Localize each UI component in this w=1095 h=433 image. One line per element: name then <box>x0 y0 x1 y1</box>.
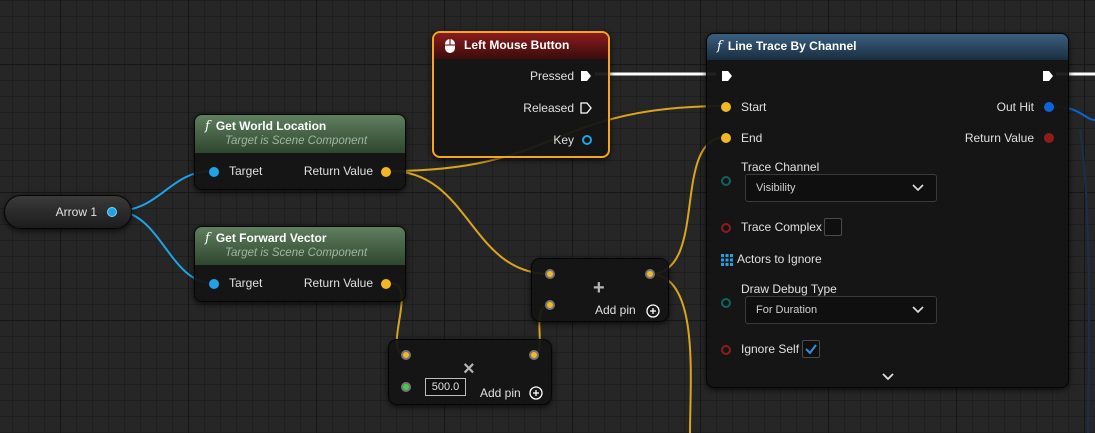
key-label: Key <box>553 133 574 147</box>
target-input-pin[interactable] <box>209 279 219 289</box>
exec-output-pin[interactable] <box>1042 70 1054 82</box>
node-subtitle: Target is Scene Component <box>225 135 368 147</box>
draw-debug-type-pin[interactable] <box>721 298 731 308</box>
add-input-a-pin[interactable] <box>545 269 555 279</box>
arrow-node-label: Arrow 1 <box>55 205 97 219</box>
target-input-pin[interactable] <box>209 167 219 177</box>
multiply-output-pin[interactable] <box>529 350 539 360</box>
trace-complex-label: Trace Complex <box>741 220 822 234</box>
multiply-operator: × <box>463 358 475 380</box>
node-header: f Get World Location Target is Scene Comp… <box>195 115 405 153</box>
target-label: Target <box>229 276 263 290</box>
actors-to-ignore-label: Actors to Ignore <box>737 252 822 266</box>
multiply-vector-node[interactable]: 500.0 × Add pin <box>388 339 552 405</box>
ignore-self-pin[interactable] <box>721 345 731 355</box>
out-hit-pin[interactable] <box>1044 102 1054 112</box>
draw-debug-type-dropdown[interactable]: For Duration <box>745 296 937 324</box>
target-label: Target <box>229 164 263 178</box>
trace-channel-value: Visibility <box>756 182 796 194</box>
released-exec-pin[interactable] <box>580 102 592 114</box>
add-pin-icon[interactable] <box>529 386 543 400</box>
array-grid-icon[interactable] <box>721 254 733 266</box>
multiply-input-a-pin[interactable] <box>401 350 411 360</box>
start-input-pin[interactable] <box>721 102 731 112</box>
add-input-b-pin[interactable] <box>545 300 555 310</box>
chevron-down-icon <box>912 306 924 314</box>
released-label: Released <box>523 101 574 115</box>
start-label: Start <box>741 100 767 114</box>
get-world-location-node[interactable]: f Get World Location Target is Scene Comp… <box>194 114 406 190</box>
trace-complex-pin[interactable] <box>721 223 731 233</box>
return-value-label: Return Value <box>303 164 373 178</box>
pressed-label: Pressed <box>529 69 574 83</box>
return-value-pin[interactable] <box>381 167 391 177</box>
trace-channel-dropdown[interactable]: Visibility <box>745 174 937 202</box>
add-pin-icon[interactable] <box>646 304 660 318</box>
return-value-label: Return Value <box>964 131 1034 145</box>
node-title: Line Trace By Channel <box>727 39 857 53</box>
draw-debug-type-label: Draw Debug Type <box>741 282 837 296</box>
arrow-output-pin[interactable] <box>107 207 117 217</box>
mouse-icon <box>445 39 455 53</box>
checkmark-icon <box>805 344 817 355</box>
function-icon: f <box>717 39 722 54</box>
struct-wire-return <box>1079 129 1091 433</box>
left-mouse-button-node[interactable]: Left Mouse Button Pressed Released Key <box>432 31 610 158</box>
add-pin-label[interactable]: Add pin <box>480 386 521 400</box>
line-trace-by-channel-node[interactable]: f Line Trace By Channel Start End Out Hit… <box>706 33 1069 388</box>
pressed-exec-pin[interactable] <box>580 70 592 82</box>
get-forward-vector-node[interactable]: f Get Forward Vector Target is Scene Comp… <box>194 226 406 302</box>
return-value-pin[interactable] <box>381 279 391 289</box>
node-header: f Line Trace By Channel <box>707 34 1068 60</box>
multiply-value-field[interactable]: 500.0 <box>425 378 466 396</box>
trace-channel-pin[interactable] <box>721 176 731 186</box>
function-icon: f <box>205 119 210 134</box>
arrow-component-node[interactable]: Arrow 1 <box>4 195 132 229</box>
key-output-pin[interactable] <box>582 135 592 145</box>
add-operator: + <box>593 277 605 299</box>
vector-wire-location-add <box>389 170 551 275</box>
draw-debug-type-value: For Duration <box>756 304 818 316</box>
end-input-pin[interactable] <box>721 133 731 143</box>
function-icon: f <box>205 231 210 246</box>
ignore-self-label: Ignore Self <box>741 342 800 356</box>
node-title: Get Forward Vector <box>215 231 327 245</box>
return-value-pin[interactable] <box>1044 133 1054 143</box>
multiply-input-b-pin[interactable] <box>401 382 411 392</box>
exec-input-pin[interactable] <box>721 70 733 82</box>
add-vector-node[interactable]: + Add pin <box>531 258 669 322</box>
node-title: Get World Location <box>215 119 327 133</box>
node-title: Left Mouse Button <box>464 38 570 52</box>
return-value-label: Return Value <box>303 276 373 290</box>
node-subtitle: Target is Scene Component <box>225 247 368 259</box>
node-header: Left Mouse Button <box>434 33 608 59</box>
ignore-self-checkbox[interactable] <box>802 340 820 358</box>
out-hit-label: Out Hit <box>996 100 1034 114</box>
add-output-pin[interactable] <box>645 269 655 279</box>
trace-channel-label: Trace Channel <box>741 160 820 174</box>
end-label: End <box>741 131 763 145</box>
add-pin-label[interactable]: Add pin <box>595 303 636 317</box>
node-header: f Get Forward Vector Target is Scene Comp… <box>195 227 405 265</box>
trace-complex-checkbox[interactable] <box>824 218 842 236</box>
expand-chevron-icon[interactable] <box>882 372 894 382</box>
chevron-down-icon <box>912 184 924 192</box>
